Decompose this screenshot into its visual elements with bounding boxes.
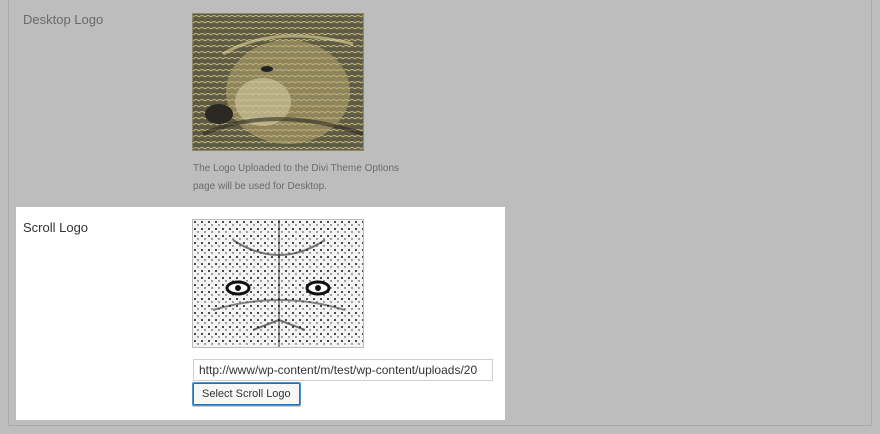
desktop-logo-label: Desktop Logo: [23, 12, 104, 27]
desktop-logo-image: [192, 13, 364, 151]
description-line: The Logo Uploaded to the Divi Theme Opti…: [193, 163, 400, 174]
scroll-logo-image: [192, 219, 364, 348]
description-line: page will be used for Desktop.: [193, 181, 327, 192]
scroll-logo-section: Select Scroll Logo: [16, 207, 505, 420]
scroll-logo-url-input[interactable]: [193, 359, 493, 381]
select-scroll-logo-button[interactable]: Select Scroll Logo: [192, 382, 301, 406]
scroll-logo-label: Scroll Logo: [23, 220, 89, 235]
desktop-logo-description: The Logo Uploaded to the Divi Theme Opti…: [193, 160, 413, 196]
